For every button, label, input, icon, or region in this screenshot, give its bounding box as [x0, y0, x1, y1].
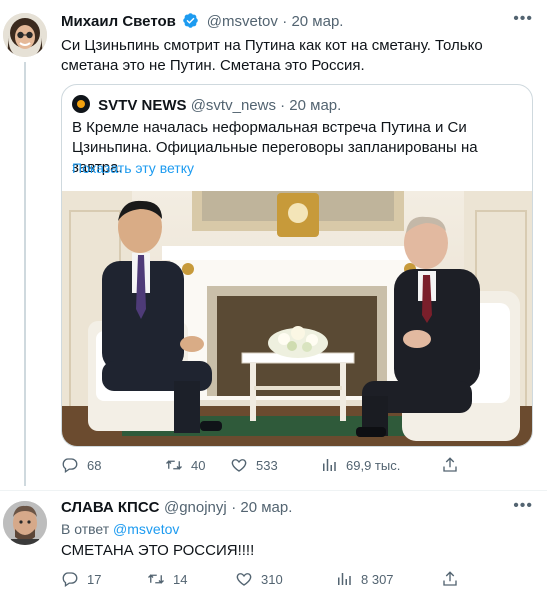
quote-author-handle: @svtv_news — [190, 97, 276, 114]
author-handle[interactable]: @msvetov — [207, 13, 278, 30]
reply-to-handle[interactable]: @msvetov — [113, 521, 179, 537]
retweet-icon — [166, 460, 182, 470]
reply-tweet-header: СЛАВА КПСС @gnojnyj · 20 мар. — [61, 499, 292, 517]
quote-header: SVTV NEWS @svtv_news · 20 мар. — [72, 95, 341, 114]
views-count: 69,9 тыс. — [346, 457, 401, 473]
more-icon[interactable]: ••• — [513, 10, 533, 28]
reply-to-line: В ответ @msvetov — [61, 521, 179, 537]
quoted-tweet[interactable]: SVTV NEWS @svtv_news · 20 мар. В Кремле … — [61, 84, 533, 447]
quote-photo[interactable] — [62, 191, 532, 446]
retweet-button[interactable]: 14 — [147, 570, 187, 588]
share-icon — [443, 457, 457, 472]
quote-author-name: SVTV NEWS — [98, 97, 187, 114]
verified-icon — [182, 12, 199, 34]
reply-author-name[interactable]: СЛАВА КПСС — [61, 499, 160, 516]
share-button[interactable] — [441, 456, 459, 474]
retweet-icon — [148, 574, 164, 584]
views-count: 8 307 — [361, 571, 394, 587]
views-button[interactable]: 8 307 — [335, 570, 394, 588]
heart-icon — [236, 573, 252, 586]
views-icon — [338, 573, 351, 585]
like-count: 310 — [261, 571, 283, 587]
reply-to-prefix: В ответ — [61, 521, 110, 537]
avatar-msvetov[interactable] — [3, 13, 47, 57]
retweet-button[interactable]: 40 — [165, 456, 205, 474]
tweet-text: Си Цзиньпинь смотрит на Путина как кот н… — [61, 37, 483, 74]
tweet-date[interactable]: · 20 мар. — [282, 13, 343, 30]
quote-date: · 20 мар. — [280, 97, 342, 114]
thread-line — [24, 62, 26, 486]
like-count: 533 — [256, 457, 278, 473]
retweet-count: 14 — [173, 571, 188, 587]
share-icon — [443, 571, 457, 586]
svtv-logo-icon — [72, 95, 90, 113]
reply-author-handle[interactable]: @gnojnyj — [164, 499, 227, 516]
reply-tweet-date[interactable]: · 20 мар. — [231, 499, 292, 516]
reply-button[interactable]: 68 — [61, 456, 101, 474]
reply-count: 17 — [87, 571, 102, 587]
views-button[interactable]: 69,9 тыс. — [320, 456, 400, 474]
views-icon — [323, 459, 336, 471]
author-name[interactable]: Михаил Светов — [61, 13, 176, 30]
more-icon[interactable]: ••• — [513, 497, 533, 515]
tweet-main[interactable]: Михаил Светов @msvetov · 20 мар. ••• Си … — [0, 0, 547, 490]
reply-button[interactable]: 17 — [61, 570, 101, 588]
heart-icon — [231, 459, 247, 472]
reply-tweet-text: СМЕТАНА ЭТО РОССИЯ!!!! — [61, 542, 255, 559]
retweet-count: 40 — [191, 457, 206, 473]
reply-count: 68 — [87, 457, 102, 473]
tweet-actions: 68 40 533 69,9 тыс. — [55, 456, 475, 478]
share-button[interactable] — [441, 570, 459, 588]
like-button[interactable]: 533 — [230, 456, 278, 474]
tweet-header: Михаил Светов @msvetov · 20 мар. — [61, 12, 343, 34]
reply-tweet-actions: 17 14 310 8 307 — [55, 570, 475, 592]
show-thread-link[interactable]: Показать эту ветку — [72, 160, 194, 176]
like-button[interactable]: 310 — [235, 570, 283, 588]
reply-icon — [62, 458, 78, 474]
avatar-gnojnyj[interactable] — [3, 501, 47, 545]
reply-icon — [62, 572, 78, 588]
